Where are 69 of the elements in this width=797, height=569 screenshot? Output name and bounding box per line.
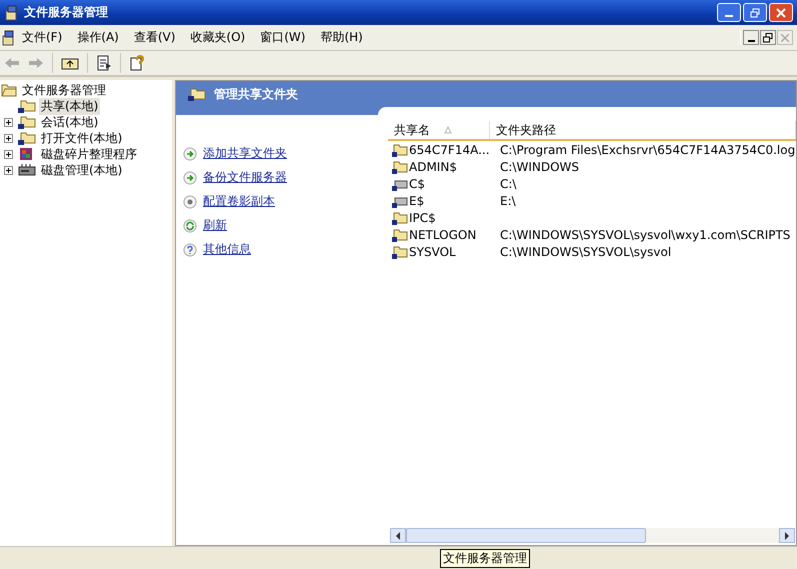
share-name: IPC$ [409,210,436,224]
menu-item[interactable]: 窗口(W) [255,29,316,46]
shared-folder-icon [18,115,36,129]
folder-up-icon[interactable] [61,56,79,70]
task-link[interactable]: 其他信息 [203,241,251,258]
tree-item[interactable]: 文件服务器管理 [20,82,108,98]
task-link[interactable]: 添加共享文件夹 [203,145,287,162]
left-arrow-icon [395,532,401,540]
shared-folder-icon [392,210,408,224]
minimize-icon [748,40,754,42]
panel-title: 管理共享文件夹 [214,86,298,102]
expand-icon[interactable] [4,118,15,126]
close-icon [776,8,786,18]
menu-item[interactable]: 收藏夹(O) [185,29,256,46]
help-icon [183,242,197,256]
folder-path: C:\WINDOWS [499,160,580,174]
expand-icon[interactable] [4,166,15,174]
shared-folder-icon [392,228,408,242]
menu-item[interactable]: 文件(F) [17,29,72,46]
share-name: ADMIN$ [409,160,457,174]
folder-path: C:\ [499,176,518,190]
help-icon[interactable] [129,55,145,71]
folder-path: C:\WINDOWS\SYSVOL\sysvol [499,244,672,258]
share-name: E$ [409,194,424,208]
tree-item[interactable]: 会话(本地) [39,114,100,130]
menu-item[interactable]: 帮助(H) [315,29,373,46]
shared-folder-icon [392,160,408,174]
share-name: C$ [409,176,426,190]
tree-item[interactable]: 打开文件(本地) [39,130,124,146]
column-header[interactable]: 共享名 [388,121,490,139]
column-header[interactable]: 文件夹路径 [490,121,796,139]
close-icon [781,34,789,42]
horizontal-scrollbar[interactable] [390,528,795,543]
expand-icon[interactable] [4,150,15,158]
menu-item[interactable]: 操作(A) [72,29,129,46]
shared-folder-icon [188,87,206,101]
restore-button[interactable] [760,30,776,45]
sort-icon [444,126,452,134]
right-arrow-icon [784,532,790,540]
share-name: SYSVOL [409,244,456,258]
go-icon [183,170,197,184]
folder-path: C:\Program Files\Exchsrvr\654C7F14A3754C0.log [499,142,796,156]
tree-item[interactable]: 磁盘管理(本地) [39,162,124,178]
disk-drive-icon [18,163,36,177]
tree-item[interactable]: 磁盘碎片整理程序 [39,146,139,162]
folder-path: C:\WINDOWS\SYSVOL\sysvol\wxy1.com\SCRIPTS [499,228,792,242]
share-name: NETLOGON [409,228,476,242]
menu-item[interactable]: 查看(V) [128,29,186,46]
window-title: 文件服务器管理 [24,4,108,21]
tooltip: 文件服务器管理 [440,549,530,568]
restore-icon [750,8,760,18]
folder-path: E:\ [499,194,517,208]
minimize-icon [725,14,733,16]
tree-item[interactable]: 共享(本地) [39,98,100,114]
shared-folder-icon [392,244,408,258]
restore-icon [763,32,773,42]
refresh-icon [183,218,197,232]
minimize-button[interactable] [743,30,759,45]
shared-folder-icon [18,131,36,145]
task-link[interactable]: 备份文件服务器 [203,169,287,186]
share-name: 654C7F14A... [409,142,490,156]
shared-folder-icon [18,99,36,113]
properties-icon[interactable] [96,55,112,71]
expand-icon[interactable] [4,134,15,142]
gear-icon [183,194,197,208]
go-icon [183,146,197,160]
shared-folder-icon [392,142,408,156]
task-link[interactable]: 配置卷影副本 [203,193,275,210]
task-link[interactable]: 刷新 [203,217,227,234]
